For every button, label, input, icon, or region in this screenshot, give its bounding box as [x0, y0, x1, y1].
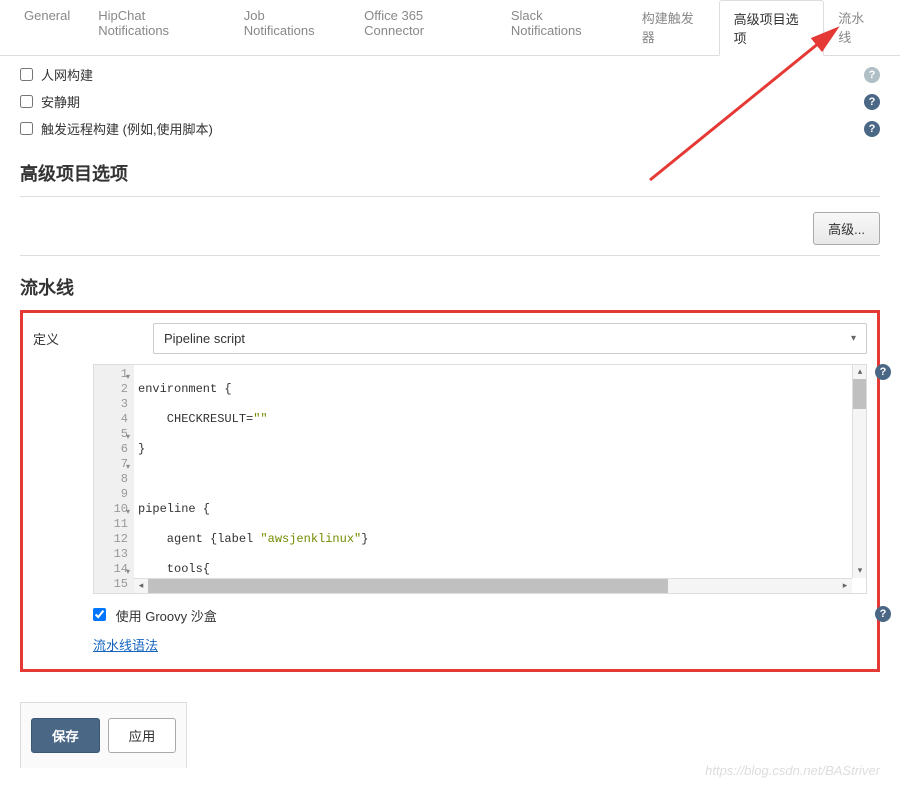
- checkbox-label: 触发远程构建 (例如,使用脚本): [41, 119, 213, 138]
- footer-buttons: 保存 应用: [20, 702, 187, 768]
- script-label: 脚本: [33, 364, 93, 594]
- checkbox-remote[interactable]: [20, 122, 33, 135]
- script-editor[interactable]: 1▾ 2 3 4 5▾ 6 7▾ 8 9 10▾ 11 12 13 14▾: [93, 364, 867, 594]
- chevron-down-icon: ▾: [851, 333, 856, 344]
- tab-slack[interactable]: Slack Notifications: [497, 0, 628, 55]
- checkbox-label: 安静期: [41, 92, 80, 111]
- help-icon[interactable]: ?: [875, 606, 891, 622]
- checkbox-label: 人网构建: [41, 65, 93, 84]
- scroll-up-icon[interactable]: ▴: [853, 365, 867, 379]
- save-button[interactable]: 保存: [31, 718, 100, 753]
- sandbox-label: 使用 Groovy 沙盒: [116, 609, 217, 624]
- scroll-right-icon[interactable]: ▸: [838, 579, 852, 594]
- tab-hipchat[interactable]: HipChat Notifications: [84, 0, 230, 55]
- tab-general[interactable]: General: [10, 0, 84, 55]
- vertical-scrollbar[interactable]: ▴ ▾: [852, 365, 866, 578]
- horizontal-scrollbar[interactable]: ◂ ▸: [134, 578, 852, 593]
- editor-code[interactable]: environment { CHECKRESULT="" } pipeline …: [134, 365, 866, 593]
- checkbox-row-quiet: 安静期 ?: [20, 88, 880, 115]
- tab-build-triggers[interactable]: 构建触发器: [628, 0, 719, 55]
- scroll-thumb[interactable]: [853, 379, 866, 409]
- scroll-thumb[interactable]: [148, 579, 668, 593]
- divider: [20, 255, 880, 256]
- checkbox-row-1: 人网构建 ?: [20, 61, 880, 88]
- scroll-down-icon[interactable]: ▾: [853, 564, 867, 578]
- checkbox-opt1[interactable]: [20, 68, 33, 81]
- apply-button[interactable]: 应用: [108, 718, 177, 753]
- tab-job-notifications[interactable]: Job Notifications: [230, 0, 350, 55]
- section-title-advanced: 高级项目选项: [20, 160, 880, 186]
- tab-office365[interactable]: Office 365 Connector: [350, 0, 497, 55]
- help-icon[interactable]: ?: [864, 67, 880, 83]
- definition-select[interactable]: Pipeline script ▾: [153, 323, 867, 354]
- editor-gutter: 1▾ 2 3 4 5▾ 6 7▾ 8 9 10▾ 11 12 13 14▾: [94, 365, 134, 593]
- highlight-box: 定义 Pipeline script ▾ 脚本 ? 1▾ 2 3 4 5: [20, 310, 880, 672]
- checkbox-quiet[interactable]: [20, 95, 33, 108]
- section-title-pipeline: 流水线: [20, 274, 880, 300]
- help-icon[interactable]: ?: [864, 94, 880, 110]
- config-tabs: General HipChat Notifications Job Notifi…: [0, 0, 900, 56]
- divider: [20, 196, 880, 197]
- scroll-left-icon[interactable]: ◂: [134, 579, 148, 594]
- pipeline-syntax-link[interactable]: 流水线语法: [93, 638, 158, 653]
- help-icon[interactable]: ?: [864, 121, 880, 137]
- advanced-button[interactable]: 高级...: [813, 212, 880, 245]
- tab-advanced-options[interactable]: 高级项目选项: [719, 0, 825, 56]
- sandbox-checkbox[interactable]: [93, 608, 106, 621]
- checkbox-row-remote: 触发远程构建 (例如,使用脚本) ?: [20, 115, 880, 142]
- definition-value: Pipeline script: [164, 331, 245, 346]
- tab-pipeline[interactable]: 流水线: [824, 0, 890, 55]
- help-icon[interactable]: ?: [875, 364, 891, 380]
- definition-label: 定义: [33, 323, 153, 348]
